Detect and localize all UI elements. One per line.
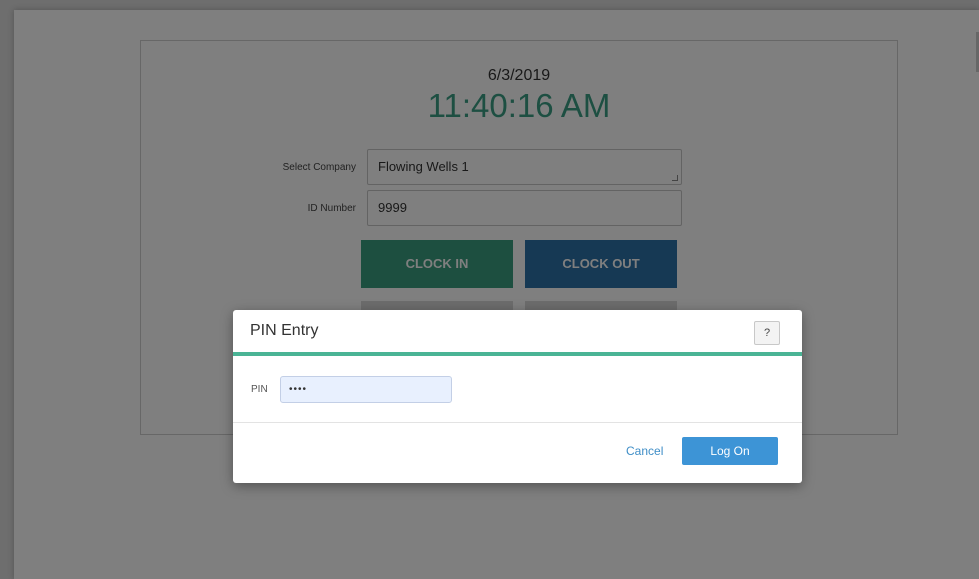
log-on-button[interactable]: Log On (682, 437, 778, 465)
dialog-accent-line (233, 352, 802, 356)
dialog-title: PIN Entry (250, 322, 319, 339)
help-button[interactable]: ? (754, 321, 780, 345)
pin-entry-dialog: PIN Entry ? PIN Cancel Log On (233, 310, 802, 483)
pin-label: PIN (251, 384, 268, 395)
pin-input[interactable] (280, 376, 452, 403)
modal-backdrop (0, 0, 979, 579)
dialog-divider (233, 422, 802, 423)
cancel-link[interactable]: Cancel (626, 444, 663, 458)
